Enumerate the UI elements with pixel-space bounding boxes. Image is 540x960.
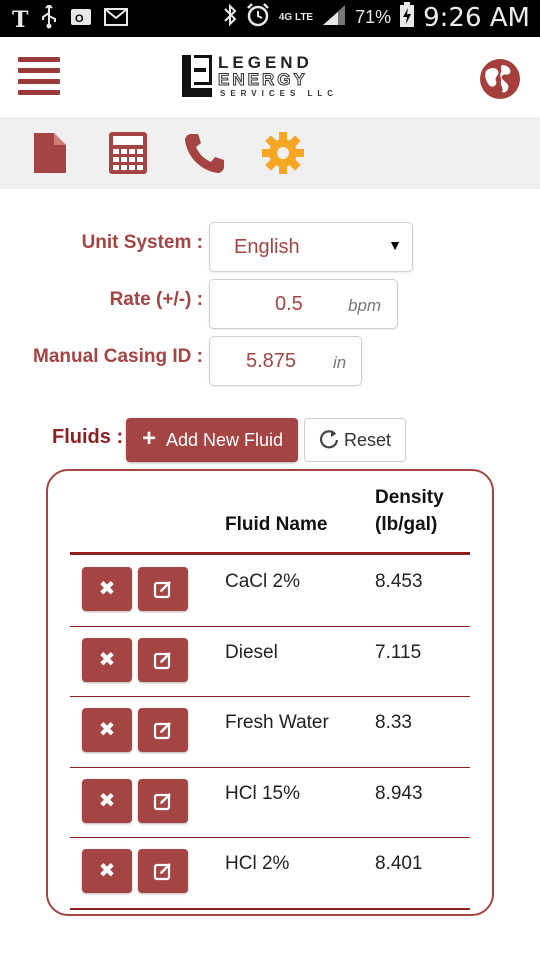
delete-fluid-button[interactable]: ✖ bbox=[82, 778, 132, 823]
fluid-name-cell: HCl 2% bbox=[225, 853, 290, 874]
add-new-fluid-label: Add New Fluid bbox=[166, 430, 284, 450]
unit-system-value: English bbox=[234, 236, 300, 258]
unit-system-select[interactable]: English ▼ bbox=[209, 222, 413, 272]
hamburger-icon[interactable] bbox=[18, 57, 60, 95]
fluid-name-cell: HCl 15% bbox=[225, 782, 300, 804]
clock: 9:26 AM bbox=[423, 2, 530, 33]
edit-icon bbox=[138, 638, 188, 682]
rate-input[interactable]: 0.5 bpm bbox=[209, 279, 398, 329]
fluid-density-cell: 7.115 bbox=[375, 641, 422, 663]
fluids-label: Fluids : bbox=[52, 426, 124, 448]
alarm-icon bbox=[245, 2, 271, 33]
network-icon: 4G LTE bbox=[278, 12, 314, 23]
table-row-divider bbox=[70, 625, 470, 627]
battery-charging-icon bbox=[399, 2, 415, 33]
plus-icon: + bbox=[142, 425, 157, 452]
casing-id-value: 5.875 bbox=[246, 350, 297, 372]
table-row-divider bbox=[70, 766, 470, 768]
rate-value: 0.5 bbox=[275, 293, 303, 315]
casing-id-label: Manual Casing ID : bbox=[33, 346, 203, 367]
svg-text:O: O bbox=[75, 13, 84, 25]
delete-fluid-button[interactable]: ✖ bbox=[82, 637, 132, 682]
calculator-icon[interactable] bbox=[106, 131, 150, 175]
logo-text-energy: ENERGY bbox=[218, 70, 308, 90]
toolbar bbox=[0, 117, 540, 189]
app-header: LEGEND ENERGY SERVICES LLC bbox=[0, 37, 540, 117]
signal-icon bbox=[321, 3, 347, 32]
status-bar: T O 4G LTE 71% 9:26 AM bbox=[0, 0, 540, 37]
close-icon: ✖ bbox=[98, 648, 116, 671]
edit-fluid-button[interactable] bbox=[138, 708, 188, 752]
dropdown-arrow-icon: ▼ bbox=[388, 237, 402, 253]
rate-label: Rate (+/-) : bbox=[109, 289, 203, 310]
density-header-line2: (lb/gal) bbox=[375, 514, 438, 535]
delete-fluid-button[interactable]: ✖ bbox=[82, 708, 132, 752]
density-header-line1: Density bbox=[375, 487, 444, 508]
document-icon[interactable] bbox=[30, 131, 74, 175]
mail-icon bbox=[104, 8, 129, 31]
edit-fluid-button[interactable] bbox=[138, 849, 188, 893]
outlook-icon: O bbox=[70, 7, 92, 32]
column-header-fluid-name: Fluid Name bbox=[225, 514, 328, 535]
edit-fluid-button[interactable] bbox=[138, 637, 188, 682]
edit-icon bbox=[138, 708, 188, 752]
carrier-icon: T bbox=[12, 6, 29, 33]
table-row-divider bbox=[70, 837, 470, 838]
close-icon: ✖ bbox=[98, 578, 116, 600]
rate-unit: bpm bbox=[348, 296, 382, 315]
edit-fluid-button[interactable] bbox=[138, 567, 188, 611]
edit-icon bbox=[138, 849, 188, 893]
edit-icon bbox=[138, 567, 188, 611]
edit-fluid-button[interactable] bbox=[138, 778, 188, 823]
logo-text-services: SERVICES LLC bbox=[220, 89, 339, 98]
reset-label: Reset bbox=[344, 430, 392, 450]
close-icon: ✖ bbox=[98, 860, 116, 882]
casing-id-input[interactable]: 5.875 in bbox=[209, 336, 362, 386]
gear-icon[interactable] bbox=[261, 131, 305, 175]
add-new-fluid-button[interactable]: + Add New Fluid bbox=[126, 418, 298, 462]
refresh-icon bbox=[319, 429, 339, 453]
fluid-name-cell: Diesel bbox=[225, 641, 278, 663]
battery-percent: 71% bbox=[355, 7, 392, 27]
fluid-name-cell: CaCl 2% bbox=[225, 571, 300, 592]
fluid-density-cell: 8.33 bbox=[375, 712, 412, 733]
fluid-density-cell: 8.401 bbox=[375, 853, 423, 874]
company-logo: LEGEND ENERGY SERVICES LLC bbox=[182, 53, 362, 103]
usb-icon bbox=[40, 3, 58, 34]
close-icon: ✖ bbox=[98, 789, 116, 812]
table-row-divider bbox=[70, 696, 470, 697]
edit-icon bbox=[138, 779, 188, 823]
logo-mark bbox=[182, 55, 212, 97]
unit-system-label: Unit System : bbox=[81, 232, 203, 253]
reset-button[interactable]: Reset bbox=[304, 418, 406, 462]
bluetooth-icon bbox=[223, 3, 237, 32]
close-icon: ✖ bbox=[98, 719, 116, 741]
fluid-name-cell: Fresh Water bbox=[225, 712, 329, 733]
fluid-density-cell: 8.453 bbox=[375, 571, 423, 592]
casing-id-unit: in bbox=[333, 353, 347, 372]
delete-fluid-button[interactable]: ✖ bbox=[82, 567, 132, 611]
phone-icon[interactable] bbox=[183, 131, 227, 175]
table-row-divider bbox=[70, 907, 470, 910]
column-header-density: Density (lb/gal) bbox=[375, 484, 444, 538]
table-header-divider bbox=[70, 552, 470, 555]
globe-icon[interactable] bbox=[480, 59, 520, 99]
delete-fluid-button[interactable]: ✖ bbox=[82, 849, 132, 893]
fluid-density-cell: 8.943 bbox=[375, 782, 423, 804]
